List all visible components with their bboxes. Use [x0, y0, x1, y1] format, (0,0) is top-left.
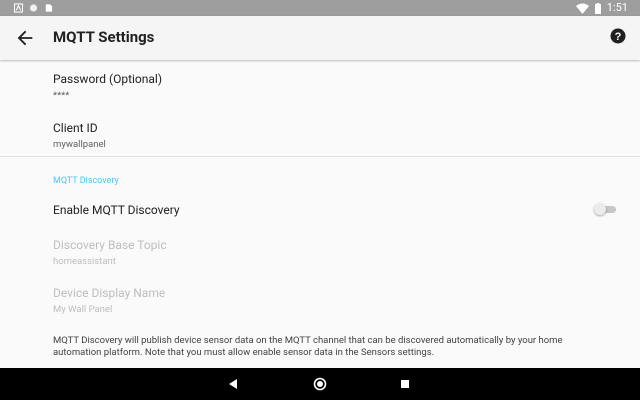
switch-thumb [594, 203, 606, 215]
display-name-title: Device Display Name [53, 286, 166, 300]
nav-back-icon[interactable] [226, 377, 240, 391]
settings-list: Password (Optional) **** Client ID mywal… [0, 60, 640, 368]
client-id-summary: mywallpanel [53, 139, 106, 150]
password-preference[interactable]: Password (Optional) **** [53, 72, 162, 101]
battery-icon [594, 2, 601, 14]
status-bar: 1:51 [0, 0, 640, 16]
circle-notification-icon [29, 4, 38, 12]
base-topic-summary: homeassistant [53, 256, 116, 267]
discovery-description: MQTT Discovery will publish device senso… [53, 335, 563, 358]
enable-discovery-title: Enable MQTT Discovery [53, 203, 180, 217]
navigation-bar [0, 368, 640, 400]
help-icon[interactable]: ? [610, 28, 626, 44]
section-divider [0, 156, 640, 157]
display-name-summary: My Wall Panel [53, 304, 113, 315]
wifi-icon [575, 3, 589, 14]
nav-home-icon[interactable] [313, 377, 327, 391]
display-name-preference[interactable]: Device Display Name My Wall Panel [53, 286, 165, 315]
password-summary: **** [53, 90, 70, 101]
page-title: MQTT Settings [53, 28, 155, 46]
svg-text:?: ? [615, 31, 622, 43]
client-id-preference[interactable]: Client ID mywallpanel [53, 121, 106, 150]
app-notification-icon [14, 3, 23, 13]
nav-recents-icon[interactable] [398, 377, 412, 391]
base-topic-preference[interactable]: Discovery Base Topic homeassistant [53, 238, 167, 267]
password-title: Password (Optional) [53, 72, 163, 86]
client-id-title: Client ID [53, 121, 98, 135]
category-header: MQTT Discovery [53, 176, 119, 186]
enable-discovery-switch[interactable] [594, 202, 618, 216]
clock: 1:51 [606, 1, 628, 14]
app-bar: MQTT Settings ? [0, 16, 640, 60]
base-topic-title: Discovery Base Topic [53, 238, 167, 252]
back-arrow-icon[interactable] [14, 27, 36, 49]
sd-card-icon [45, 4, 53, 12]
enable-discovery-preference[interactable]: Enable MQTT Discovery [53, 203, 180, 217]
